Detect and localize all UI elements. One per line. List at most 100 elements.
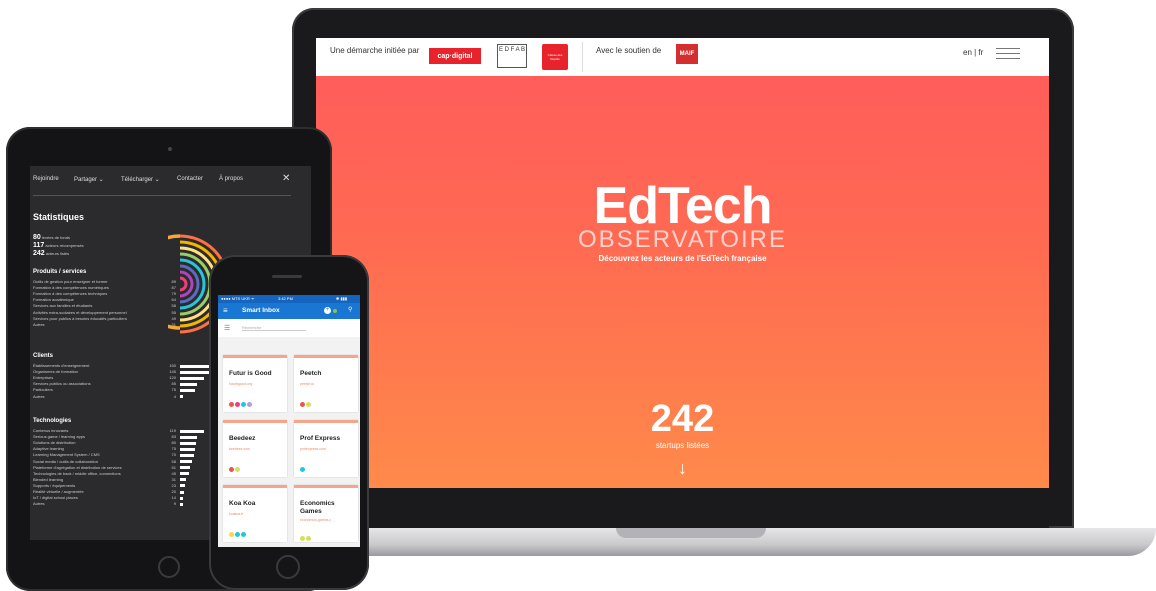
summary-label: levées de fonds bbox=[41, 235, 70, 240]
stat-value: 51 bbox=[171, 464, 176, 470]
card-title: Economics Games bbox=[300, 500, 335, 515]
stat-bar bbox=[180, 376, 204, 380]
card-url[interactable]: peetch.io bbox=[300, 382, 314, 386]
menu-icon[interactable] bbox=[996, 48, 1020, 63]
phone-home-button[interactable] bbox=[276, 555, 300, 579]
summary-number: 242 bbox=[33, 250, 45, 257]
card-url[interactable]: futurisgood.org bbox=[229, 382, 252, 386]
search-icon[interactable]: ⚲ bbox=[348, 306, 352, 313]
nav-telecharger[interactable]: Télécharger ⌄ bbox=[121, 176, 177, 183]
stat-bar bbox=[180, 472, 189, 476]
stat-bar bbox=[180, 478, 186, 482]
startup-card[interactable]: Beedeez beedeez.com bbox=[223, 420, 287, 477]
nav-contacter[interactable]: Contacter bbox=[177, 176, 219, 183]
stat-label: Autres bbox=[33, 321, 45, 327]
stat-value: 89 bbox=[171, 279, 176, 284]
menu-icon[interactable]: ≡ bbox=[223, 306, 228, 315]
online-indicator-icon bbox=[333, 309, 337, 313]
startup-card[interactable]: Futur is Good futurisgood.org bbox=[223, 355, 287, 412]
cap-digital-logo[interactable]: cap·digital bbox=[429, 48, 481, 64]
nav-rejoindre[interactable]: Rejoindre bbox=[33, 176, 74, 183]
category-dot bbox=[229, 532, 234, 537]
scroll-down-icon[interactable]: ↓ bbox=[316, 458, 1049, 479]
card-title: Peetch bbox=[300, 370, 322, 377]
stat-value: 23 bbox=[171, 482, 176, 488]
filter-icon[interactable]: ☰ bbox=[224, 324, 230, 332]
add-icon[interactable]: + bbox=[324, 307, 331, 314]
stat-bar bbox=[180, 388, 195, 392]
maif-logo[interactable]: MAIF bbox=[676, 44, 698, 64]
phone-screen: ●●●● MTS UKR ᯤ 3:42 PM ✱ ▮▮▮ ≡ Smart Inb… bbox=[218, 295, 360, 547]
stat-bar bbox=[180, 441, 196, 445]
card-url[interactable]: koakoa.fr bbox=[229, 512, 243, 516]
stat-value: 80 bbox=[171, 440, 176, 446]
stat-value: 145 bbox=[169, 369, 176, 375]
search-input[interactable]: Recherche bbox=[242, 325, 306, 331]
stat-value: 79 bbox=[171, 291, 176, 297]
cap-digital-logo-label: cap·digital bbox=[437, 52, 473, 60]
stat-label: Autres bbox=[33, 501, 45, 507]
summary-item: 117 acteurs récompensés bbox=[33, 242, 84, 250]
app-bar: ≡ Smart Inbox + ⚲ bbox=[218, 303, 360, 319]
stat-value: 64 bbox=[171, 297, 176, 303]
status-bar: ●●●● MTS UKR ᯤ 3:42 PM ✱ ▮▮▮ bbox=[218, 295, 360, 303]
card-url[interactable]: economics-games.c bbox=[300, 518, 331, 522]
caisse-depots-logo-label: Caisse des Dépôts bbox=[547, 53, 563, 61]
stat-value: 85 bbox=[171, 381, 176, 387]
category-dot bbox=[235, 532, 240, 537]
tablet-home-button[interactable] bbox=[158, 556, 180, 578]
stat-value: 87 bbox=[171, 285, 176, 291]
stat-value: 150 bbox=[169, 363, 176, 368]
category-dot bbox=[241, 532, 246, 537]
section-title: Clients bbox=[33, 353, 54, 359]
category-dots bbox=[300, 459, 306, 477]
card-url[interactable]: beedeez.com bbox=[229, 447, 250, 451]
stat-value: 9 bbox=[173, 501, 176, 507]
language-switch[interactable]: en | fr bbox=[963, 48, 983, 57]
maif-logo-label: MAIF bbox=[679, 51, 695, 57]
category-dot bbox=[229, 467, 234, 472]
summary-number: 117 bbox=[33, 242, 45, 249]
stat-value: 119 bbox=[169, 428, 176, 433]
stat-bar bbox=[180, 447, 195, 451]
card-url[interactable]: profexpress.com bbox=[300, 447, 326, 451]
summary-label: acteurs listés bbox=[45, 251, 70, 256]
stat-bar bbox=[180, 502, 183, 506]
edfab-logo[interactable]: E D F A B bbox=[497, 44, 527, 68]
hero-subtitle: OBSERVATOIRE bbox=[578, 226, 787, 253]
startup-card[interactable]: Prof Express profexpress.com bbox=[294, 420, 358, 477]
category-dot bbox=[300, 467, 305, 472]
category-dots bbox=[229, 394, 253, 412]
close-icon[interactable]: ✕ bbox=[282, 173, 290, 184]
stat-value: 31 bbox=[171, 321, 176, 327]
stat-bar bbox=[180, 435, 197, 439]
tablet-camera bbox=[168, 147, 172, 151]
nav-divider bbox=[33, 195, 291, 196]
stats-title: Statistiques bbox=[33, 212, 85, 222]
nav-partager[interactable]: Partager ⌄ bbox=[74, 176, 121, 183]
section-title: Technologies bbox=[33, 418, 72, 424]
stat-value: 75 bbox=[171, 446, 176, 452]
stat-value: 58 bbox=[171, 303, 176, 309]
stat-label: Autres bbox=[33, 393, 45, 399]
summary-item: 242 acteurs listés bbox=[33, 250, 84, 258]
stat-bar bbox=[180, 460, 192, 463]
laptop-notch bbox=[616, 528, 766, 538]
stat-value: 4 bbox=[173, 393, 176, 399]
summary-label: acteurs récompensés bbox=[45, 243, 84, 248]
category-dot bbox=[235, 467, 240, 472]
nav-a-propos[interactable]: À propos bbox=[219, 176, 259, 183]
app-title: Smart Inbox bbox=[242, 307, 280, 314]
startup-card[interactable]: Economics Games economics-games.c bbox=[294, 485, 358, 542]
category-dot bbox=[300, 536, 305, 541]
stat-bar bbox=[180, 429, 204, 433]
intro-text: Une démarche initiée par bbox=[330, 46, 420, 55]
site-header: Une démarche initiée par cap·digital E D… bbox=[316, 38, 1049, 76]
caisse-depots-logo[interactable]: Caisse des Dépôts bbox=[542, 44, 568, 70]
startup-card[interactable]: Peetch peetch.io bbox=[294, 355, 358, 412]
startup-card[interactable]: Koa Koa koakoa.fr bbox=[223, 485, 287, 542]
category-dots bbox=[300, 394, 312, 412]
stat-bar bbox=[180, 364, 210, 368]
category-dot bbox=[247, 402, 252, 407]
category-dot bbox=[235, 402, 240, 407]
